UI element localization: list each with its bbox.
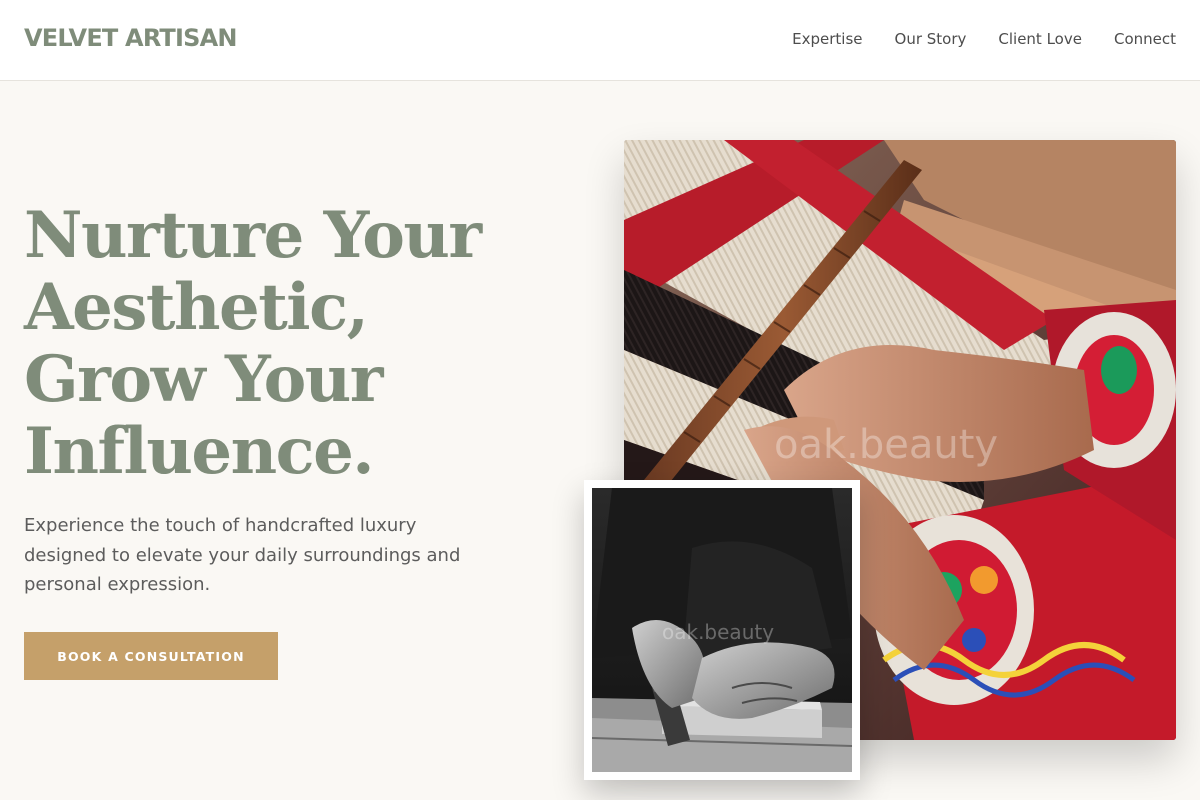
hero-headline: Nurture Your Aesthetic, Grow Your Influe… [24,200,524,488]
main-nav: Expertise Our Story Client Love Connect [792,30,1176,48]
headline-line-1: Nurture Your [24,198,482,273]
site-header: VELVET ARTISAN Expertise Our Story Clien… [0,0,1200,81]
woodwork-illustration [592,488,852,772]
headline-line-3: Grow Your [24,342,384,417]
nav-link-expertise[interactable]: Expertise [792,30,862,48]
book-consultation-button[interactable]: BOOK A CONSULTATION [24,632,278,680]
headline-line-4: Influence. [24,414,375,489]
nav-link-client-love[interactable]: Client Love [998,30,1082,48]
nav-link-our-story[interactable]: Our Story [895,30,967,48]
hero-subtext: Experience the touch of handcrafted luxu… [24,515,461,595]
brand-logo[interactable]: VELVET ARTISAN [24,24,237,52]
woodwork-photo: oak.beauty [584,480,860,780]
nav-link-connect[interactable]: Connect [1114,30,1176,48]
headline-line-2: Aesthetic, [24,270,369,345]
